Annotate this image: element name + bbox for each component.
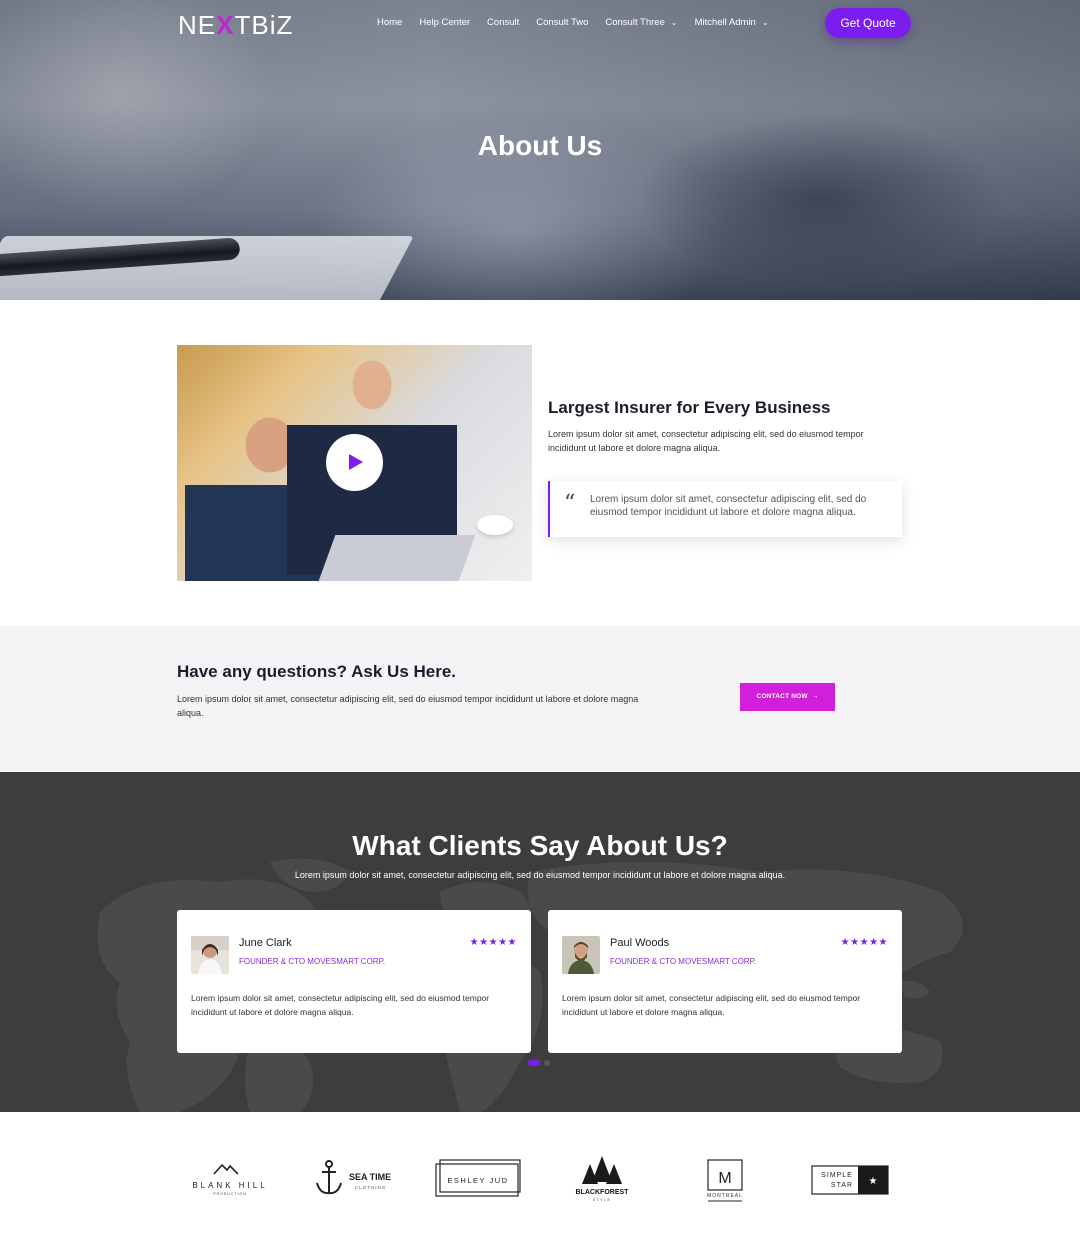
- trees-icon: [582, 1156, 622, 1184]
- menu-item-home[interactable]: Home: [377, 17, 402, 28]
- about-quote-box: “ Lorem ipsum dolor sit amet, consectetu…: [548, 481, 902, 537]
- questions-section: Have any questions? Ask Us Here. Lorem i…: [0, 626, 1080, 772]
- about-video-thumbnail[interactable]: [177, 345, 532, 581]
- logo-blackforest: BLACKFOREST STYLE: [570, 1156, 634, 1202]
- anchor-icon: [316, 1160, 342, 1195]
- testimonials-subtitle: Lorem ipsum dolor sit amet, consectetur …: [294, 870, 786, 880]
- logo-simple-star-line2: STAR: [831, 1182, 853, 1189]
- photo-cup: [477, 515, 513, 535]
- partner-logos: BLANK HILL PRODUCTION SEA TIME CLOTHING …: [0, 1112, 1080, 1240]
- menu-item-consult-three-label: Consult Three: [605, 17, 665, 28]
- carousel-dot-active[interactable]: [528, 1060, 540, 1066]
- star-icon: ★: [869, 1176, 878, 1187]
- logo-montreal-m: M: [718, 1170, 731, 1187]
- logo-montreal-name: MONTREAL: [707, 1193, 743, 1199]
- logo-sea-time: SEA TIME CLOTHING: [312, 1156, 398, 1202]
- logo-sea-time-name: SEA TIME: [349, 1172, 391, 1182]
- logo-blank-hill: BLANK HILL PRODUCTION: [186, 1156, 274, 1202]
- logo-simple-star: SIMPLE STAR ★: [810, 1156, 890, 1202]
- menu-item-consult[interactable]: Consult: [487, 17, 519, 28]
- testimonial-text: Lorem ipsum dolor sit amet, consectetur …: [562, 993, 861, 1017]
- star-rating: ★★★★★: [840, 937, 888, 948]
- testimonial-role: FOUNDER & CTO MOVESMART CORP.: [610, 957, 757, 966]
- testimonial-text: Lorem ipsum dolor sit amet, consectetur …: [191, 993, 490, 1017]
- logo-blackforest-name: BLACKFOREST: [576, 1189, 630, 1196]
- logo-sea-time-sub: CLOTHING: [355, 1185, 386, 1190]
- testimonial-role: FOUNDER & CTO MOVESMART CORP.: [239, 957, 386, 966]
- menu-item-help-center[interactable]: Help Center: [419, 17, 470, 28]
- page-title: About Us: [477, 130, 603, 161]
- logo-simple-star-line1: SIMPLE: [821, 1172, 853, 1179]
- testimonials-section: What Clients Say About Us? Lorem ipsum d…: [0, 772, 1080, 1112]
- hero-banner: NEXTBiZ Home Help Center Consult Consult…: [0, 0, 1080, 300]
- testimonials-heading: What Clients Say About Us?: [352, 830, 728, 861]
- quote-icon: “: [564, 491, 576, 516]
- about-quote-text: Lorem ipsum dolor sit amet, consectetur …: [590, 494, 867, 518]
- user-name: Mitchell Admin: [694, 17, 756, 28]
- top-navigation: NEXTBiZ Home Help Center Consult Consult…: [0, 0, 1080, 50]
- logo-blackforest-sub: STYLE: [593, 1198, 612, 1202]
- star-rating: ★★★★★: [469, 937, 517, 948]
- user-menu[interactable]: Mitchell Admin ⌄: [695, 17, 769, 28]
- logo-blank-hill-name: BLANK HILL: [192, 1181, 267, 1190]
- testimonial-name: June Clark: [239, 937, 292, 949]
- testimonial-card: June Clark FOUNDER & CTO MOVESMART CORP.…: [177, 910, 531, 1053]
- menu-item-consult-two[interactable]: Consult Two: [536, 17, 588, 28]
- play-video-button[interactable]: [326, 434, 383, 491]
- avatar: [562, 936, 600, 974]
- about-heading: Largest Insurer for Every Business: [548, 398, 831, 417]
- site-logo[interactable]: NEXTBiZ: [178, 10, 293, 41]
- about-description: Lorem ipsum dolor sit amet, consectetur …: [548, 429, 864, 453]
- chevron-down-icon: ⌄: [761, 18, 769, 27]
- carousel-pagination: [528, 1060, 550, 1066]
- contact-now-label: CONTACT NOW: [756, 693, 808, 700]
- logo-eshley-jud: ESHLEY JUD: [434, 1156, 522, 1202]
- logo-blank-hill-sub: PRODUCTION: [213, 1192, 247, 1196]
- arrow-right-icon: →: [811, 693, 819, 700]
- logo-eshley-jud-name: ESHLEY JUD: [447, 1176, 508, 1185]
- testimonial-name: Paul Woods: [610, 937, 670, 949]
- get-quote-button[interactable]: Get Quote: [825, 8, 911, 38]
- carousel-dot[interactable]: [544, 1060, 550, 1066]
- questions-description: Lorem ipsum dolor sit amet, consectetur …: [177, 694, 639, 718]
- avatar: [191, 936, 229, 974]
- chevron-down-icon: ⌄: [670, 18, 678, 27]
- testimonial-card: Paul Woods FOUNDER & CTO MOVESMART CORP.…: [548, 910, 902, 1053]
- contact-now-button[interactable]: CONTACT NOW →: [740, 683, 835, 711]
- main-menu: Home Help Center Consult Consult Two Con…: [377, 17, 786, 28]
- logo-montreal: M MONTREAL: [700, 1156, 750, 1202]
- menu-item-consult-three[interactable]: Consult Three ⌄: [605, 17, 677, 28]
- photo-laptop: [318, 535, 476, 581]
- questions-heading: Have any questions? Ask Us Here.: [177, 662, 457, 681]
